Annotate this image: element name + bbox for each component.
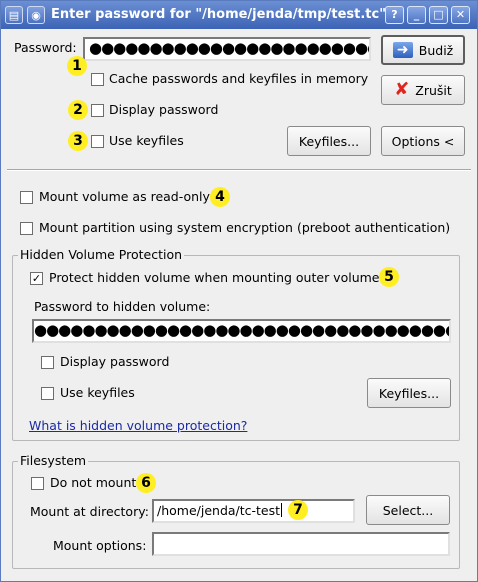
hidden-display-password-label: Display password (60, 354, 170, 369)
window-menu-icon[interactable]: ▤ (5, 6, 23, 24)
hidden-display-password-checkbox[interactable] (41, 356, 54, 369)
hidden-password-masked-value: ●●●●●●●●●●●●●●●●●●●●●●●●●●●●●●●●●●●● (34, 321, 451, 339)
options-toggle-button[interactable]: Options < (381, 126, 465, 156)
callout-6: 6 (136, 473, 156, 493)
hidden-volume-help-link[interactable]: What is hidden volume protection? (29, 418, 247, 433)
cancel-button-label: Zrušit (415, 82, 452, 98)
callout-1: 1 (67, 56, 87, 76)
callout-7: 7 (288, 500, 308, 520)
select-directory-button[interactable]: Select... (366, 495, 450, 525)
hidden-password-label: Password to hidden volume: (34, 299, 211, 314)
red-x-icon: ✘ (394, 79, 410, 100)
filesystem-legend: Filesystem (18, 453, 89, 468)
separator (7, 169, 471, 171)
callout-5: 5 (379, 267, 399, 287)
ok-button-label: Budiž (418, 42, 454, 58)
help-button[interactable]: ? (385, 6, 404, 24)
keyfiles-button[interactable]: Keyfiles... (287, 126, 371, 156)
do-not-mount-checkbox[interactable] (31, 477, 44, 490)
mount-directory-label: Mount at directory: (30, 504, 149, 519)
hidden-use-keyfiles-checkbox[interactable] (41, 387, 54, 400)
mount-directory-value: /home/jenda/tc-test (157, 503, 283, 518)
mount-options-field[interactable] (152, 532, 450, 556)
do-not-mount-label: Do not mount (50, 475, 137, 490)
cancel-button[interactable]: ✘ Zrušit (381, 75, 465, 105)
hidden-use-keyfiles-label: Use keyfiles (60, 385, 135, 400)
password-masked-value: ●●●●●●●●●●●●●●●●●●●●●●●●●●●●● (89, 39, 369, 57)
ok-button[interactable]: ➜ Budiž (381, 35, 465, 65)
hidden-password-field[interactable]: ●●●●●●●●●●●●●●●●●●●●●●●●●●●●●●●●●●●● (32, 319, 451, 343)
window-title: Enter password for "/home/jenda/tmp/test… (51, 7, 386, 22)
callout-3: 3 (68, 131, 88, 151)
title-bar: ▤ ◉ Enter password for "/home/jenda/tmp/… (1, 1, 477, 29)
minimize-button[interactable]: _ (407, 6, 426, 24)
mount-directory-field[interactable]: /home/jenda/tc-test (152, 499, 355, 523)
protect-hidden-checkbox[interactable]: ✓ (30, 272, 43, 285)
cache-passwords-label: Cache passwords and keyfiles in memory (109, 71, 369, 86)
use-keyfiles-label: Use keyfiles (109, 133, 184, 148)
display-password-checkbox[interactable] (91, 104, 104, 117)
use-keyfiles-checkbox[interactable] (91, 135, 104, 148)
callout-2: 2 (68, 100, 88, 120)
cache-passwords-checkbox[interactable] (91, 73, 104, 86)
close-button[interactable]: ✕ (451, 6, 470, 24)
system-encryption-label: Mount partition using system encryption … (39, 220, 451, 235)
ok-arrow-icon: ➜ (392, 42, 413, 58)
password-field[interactable]: ●●●●●●●●●●●●●●●●●●●●●●●●●●●●● (83, 37, 371, 61)
lock-icon: ◉ (27, 6, 45, 24)
protect-hidden-label: Protect hidden volume when mounting oute… (49, 270, 380, 285)
password-label: Password: (14, 40, 77, 55)
password-dialog-window: ▤ ◉ Enter password for "/home/jenda/tmp/… (0, 0, 478, 582)
system-encryption-checkbox[interactable] (20, 222, 33, 235)
maximize-button[interactable]: □ (429, 6, 448, 24)
callout-4: 4 (210, 187, 230, 207)
hidden-keyfiles-button[interactable]: Keyfiles... (367, 378, 451, 408)
read-only-label: Mount volume as read-only (39, 189, 210, 204)
display-password-label: Display password (109, 102, 219, 117)
mount-options-label: Mount options: (53, 538, 147, 553)
read-only-checkbox[interactable] (20, 191, 33, 204)
hidden-volume-legend: Hidden Volume Protection (18, 247, 185, 262)
